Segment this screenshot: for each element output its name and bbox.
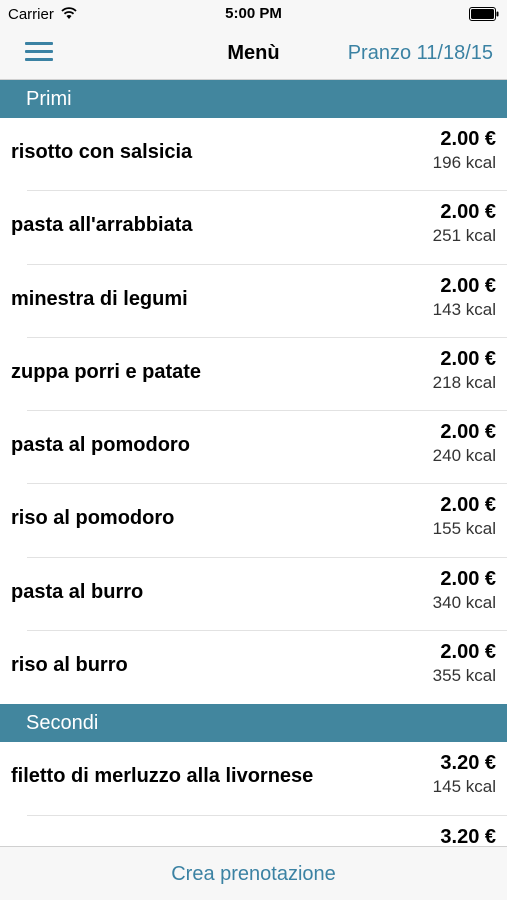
- item-name: minestra di legumi: [11, 287, 188, 310]
- item-name: zuppa porri e patate: [11, 360, 202, 383]
- menu-item[interactable]: riso al burro 2.00 € 355 kcal: [0, 631, 507, 704]
- menu-item[interactable]: 3.20 €: [0, 816, 507, 846]
- create-reservation-button[interactable]: Crea prenotazione: [0, 847, 507, 900]
- menu-item[interactable]: minestra di legumi 2.00 € 143 kcal: [0, 265, 507, 338]
- item-kcal: 355 kcal: [432, 666, 496, 686]
- status-time: 5:00 PM: [225, 5, 282, 22]
- item-name: filetto di merluzzo alla livornese: [11, 765, 314, 788]
- item-price: 3.20 €: [440, 825, 496, 846]
- section-header-primi: Primi: [0, 80, 507, 118]
- item-price: 2.00 €: [440, 128, 496, 150]
- item-kcal: 218 kcal: [432, 372, 496, 392]
- item-name: pasta al pomodoro: [11, 434, 190, 457]
- item-price: 2.00 €: [440, 347, 496, 370]
- item-kcal: 240 kcal: [432, 446, 496, 466]
- bottom-toolbar: Crea prenotazione: [0, 846, 507, 900]
- item-name: pasta al burro: [11, 580, 144, 603]
- menu-item[interactable]: zuppa porri e patate 2.00 € 218 kcal: [0, 338, 507, 412]
- item-price: 2.00 €: [440, 641, 496, 664]
- item-kcal: 155 kcal: [432, 519, 496, 539]
- item-name: risotto con salsicia: [11, 141, 193, 163]
- item-kcal: 143 kcal: [432, 299, 496, 319]
- section-header-secondi: Secondi: [0, 704, 507, 743]
- navigation-bar: Menù Pranzo 11/18/15: [0, 30, 507, 80]
- item-price: 3.20 €: [440, 752, 496, 775]
- menu-item[interactable]: pasta al pomodoro 2.00 € 240 kcal: [0, 411, 507, 485]
- menu-item[interactable]: riso al pomodoro 2.00 € 155 kcal: [0, 484, 507, 558]
- item-name: pasta all'arrabbiata: [11, 214, 193, 237]
- menu-item[interactable]: pasta all'arrabbiata 2.00 € 251 kcal: [0, 191, 507, 265]
- item-price: 2.00 €: [440, 274, 496, 297]
- item-price: 2.00 €: [440, 567, 496, 590]
- menu-item[interactable]: filetto di merluzzo alla livornese 3.20 …: [0, 742, 507, 816]
- item-name: riso al pomodoro: [11, 507, 175, 530]
- battery-icon: [469, 7, 499, 21]
- menu-item[interactable]: risotto con salsicia 2.00 € 196 kcal: [0, 118, 507, 192]
- menu-item[interactable]: pasta al burro 2.00 € 340 kcal: [0, 558, 507, 632]
- item-kcal: 251 kcal: [432, 226, 496, 246]
- item-kcal: 196 kcal: [432, 153, 496, 172]
- item-kcal: 145 kcal: [432, 777, 496, 797]
- item-price: 2.00 €: [440, 421, 496, 444]
- item-price: 2.00 €: [440, 201, 496, 224]
- item-kcal: 340 kcal: [432, 592, 496, 612]
- menu-list[interactable]: Primi risotto con salsicia 2.00 € 196 kc…: [0, 80, 507, 846]
- status-bar: Carrier 5:00 PM: [0, 0, 507, 30]
- date-selector-button[interactable]: Pranzo 11/18/15: [348, 42, 493, 65]
- item-name: riso al burro: [11, 654, 128, 677]
- item-price: 2.00 €: [440, 494, 496, 517]
